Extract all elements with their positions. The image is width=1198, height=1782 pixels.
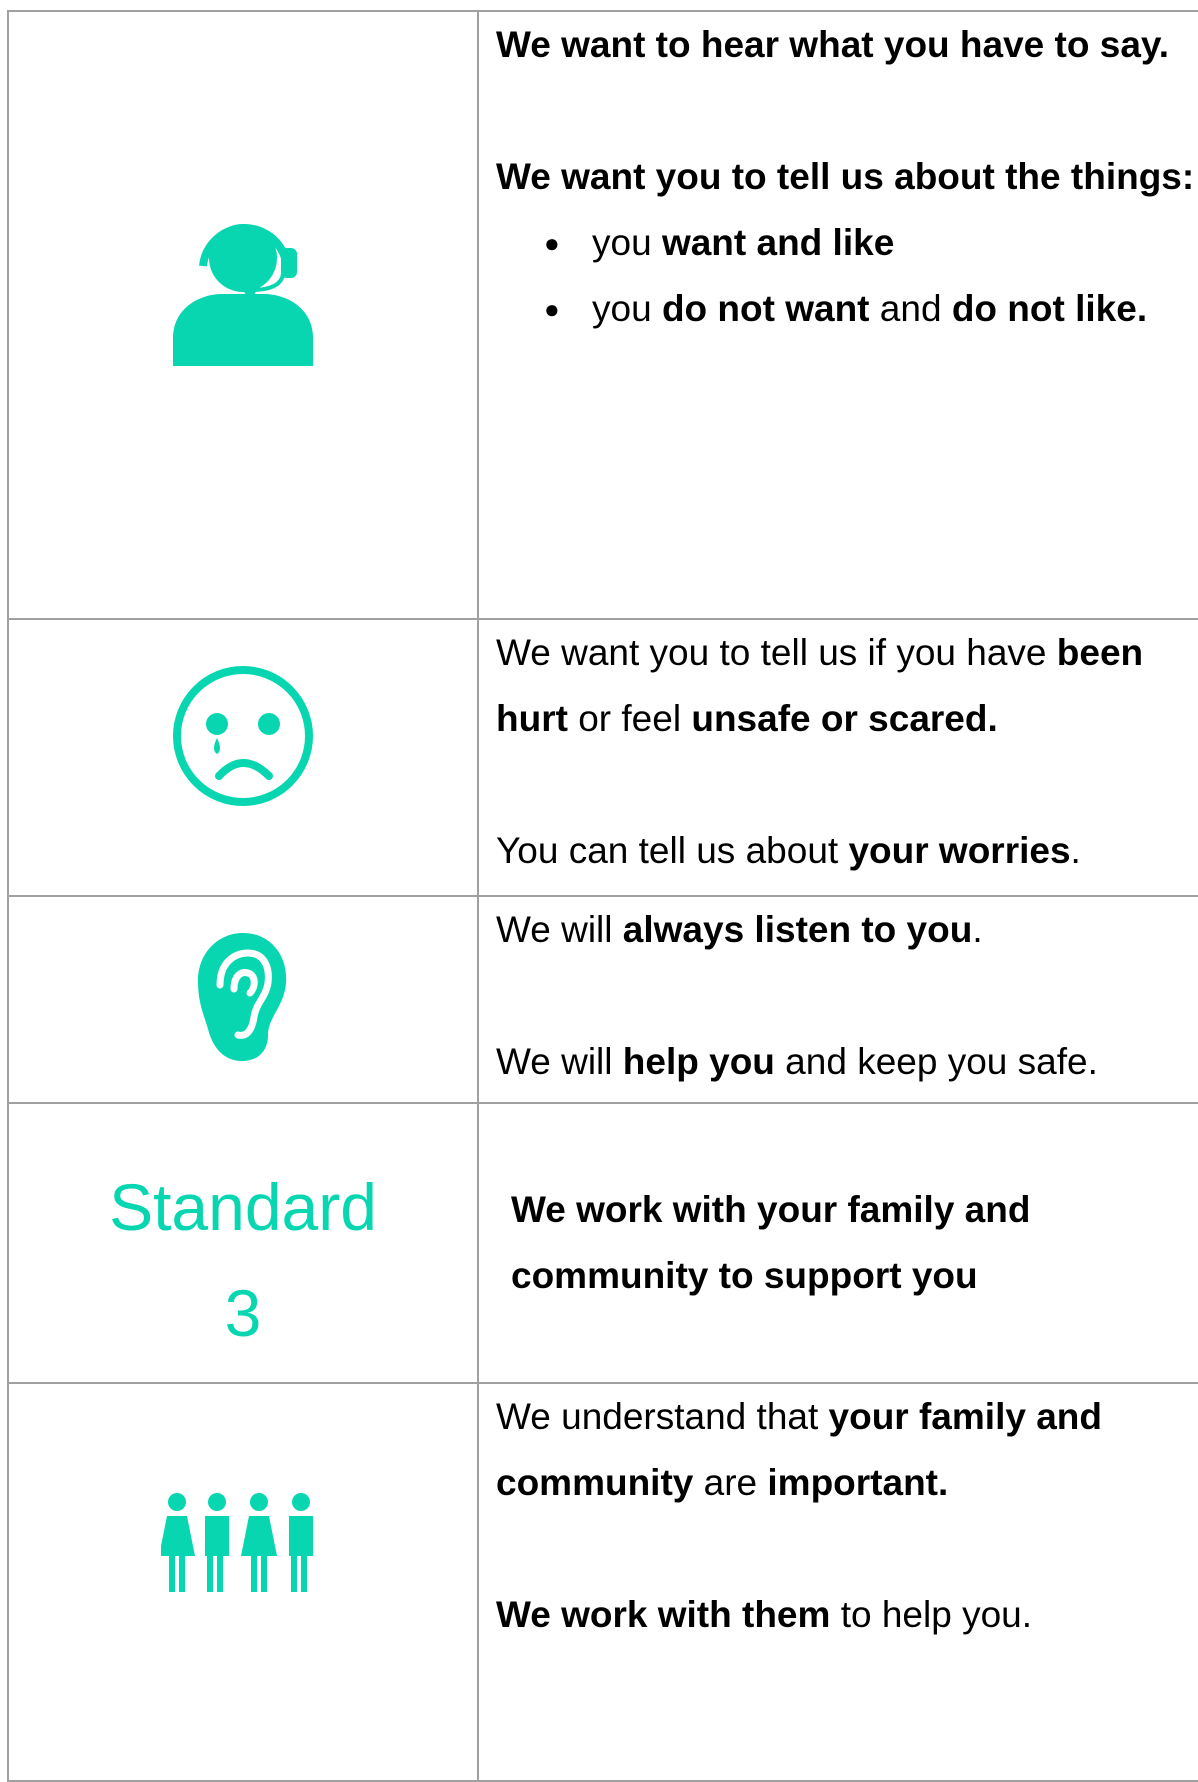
paragraph-worries: You can tell us about your worries. bbox=[496, 830, 1081, 871]
heading-hear: We want to hear what you have to say. bbox=[496, 24, 1170, 65]
text-cell: We will always listen to you. We will he… bbox=[477, 895, 1198, 1104]
table-row: We understand that your family and commu… bbox=[7, 1382, 1198, 1782]
table-row: We want you to tell us if you have been … bbox=[7, 618, 1198, 897]
paragraph-help: We will help you and keep you safe. bbox=[496, 1041, 1098, 1082]
family-group-icon bbox=[9, 1492, 477, 1592]
standard-number-label: Standard 3 bbox=[109, 1170, 377, 1350]
icon-cell bbox=[7, 895, 479, 1104]
text-cell: We want you to tell us if you have been … bbox=[477, 618, 1198, 897]
icon-cell bbox=[7, 10, 479, 620]
heading-tell-us: We want you to tell us about the things: bbox=[496, 156, 1195, 197]
paragraph-work-with-them: We work with them to help you. bbox=[496, 1594, 1033, 1635]
text-cell: We want to hear what you have to say. We… bbox=[477, 10, 1198, 620]
table-row: We will always listen to you. We will he… bbox=[7, 895, 1198, 1104]
icon-cell bbox=[7, 1382, 479, 1782]
ear-icon bbox=[9, 933, 477, 1061]
paragraph-family-important: We understand that your family and commu… bbox=[496, 1396, 1102, 1503]
sad-face-icon bbox=[9, 664, 477, 808]
text-cell: We understand that your family and commu… bbox=[477, 1382, 1198, 1782]
easy-read-table: We want to hear what you have to say. We… bbox=[7, 10, 1198, 1782]
table-row: We want to hear what you have to say. We… bbox=[7, 10, 1198, 620]
icon-cell bbox=[7, 618, 479, 897]
table-row: Standard 3 We work with your family and … bbox=[7, 1102, 1198, 1384]
paragraph-hurt: We want you to tell us if you have been … bbox=[496, 632, 1144, 739]
standard-title: We work with your family and community t… bbox=[477, 1102, 1198, 1384]
list-item: you do not want and do not like. bbox=[496, 276, 1198, 342]
bullet-list: you want and like you do not want and do… bbox=[496, 210, 1198, 342]
standard-label-cell: Standard 3 bbox=[7, 1102, 479, 1384]
list-item: you want and like bbox=[496, 210, 1198, 276]
paragraph-listen: We will always listen to you. bbox=[496, 909, 983, 950]
headset-person-icon bbox=[9, 210, 477, 366]
